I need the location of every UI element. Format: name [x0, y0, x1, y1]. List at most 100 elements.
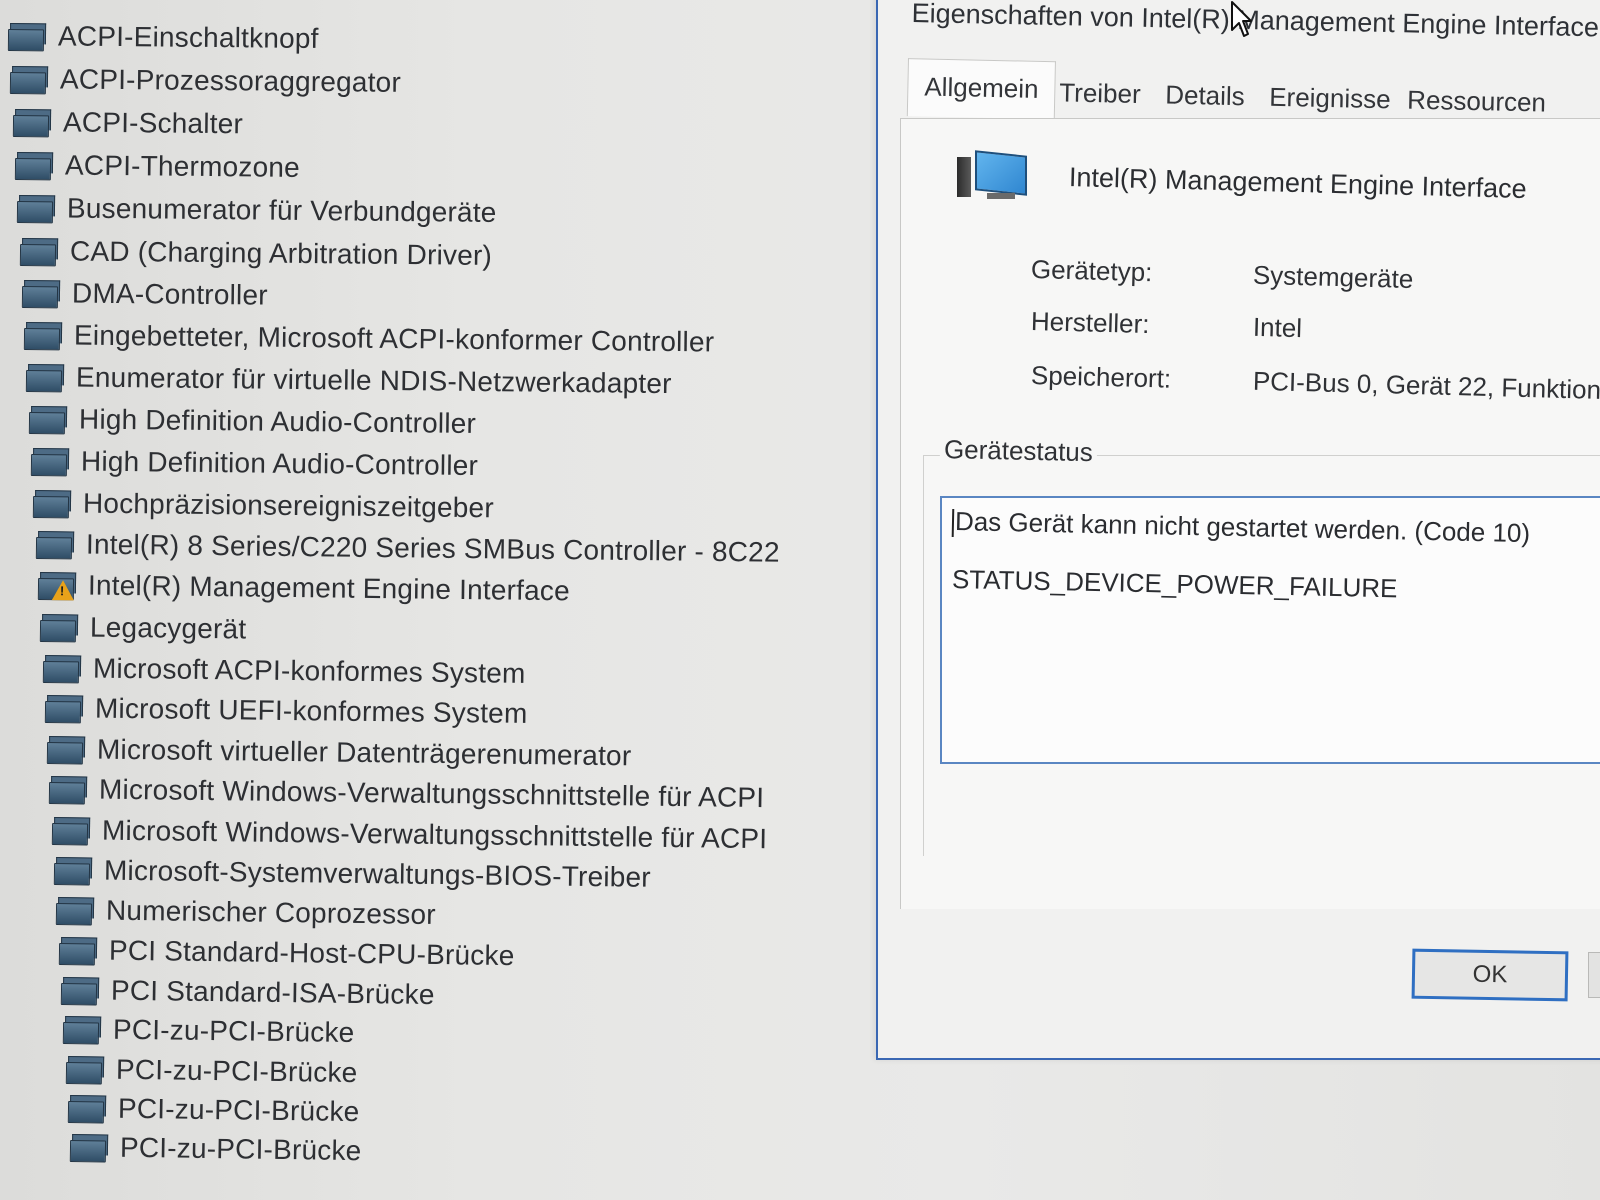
device-tree-item-label: Microsoft-Systemverwaltungs-BIOS-Treiber [103, 854, 652, 893]
status-line-text: Das Gerät kann nicht gestartet werden. (… [954, 506, 1531, 549]
device-category-icon [53, 857, 93, 886]
device-tree-item[interactable]: DMA-Controller [21, 273, 268, 316]
device-category-icon [10, 66, 49, 95]
device-category-icon [62, 1016, 102, 1045]
device-tree-item[interactable]: CAD (Charging Arbitration Driver) [19, 231, 492, 276]
device-tree-item[interactable]: High Definition Audio-Controller [28, 399, 476, 444]
ok-button[interactable]: OK [1411, 948, 1569, 1002]
tab-events[interactable]: Ereignisse [1259, 76, 1401, 122]
properties-dialog: Eigenschaften von Intel(R) Management En… [876, 0, 1600, 1060]
screen: ACPI-Einschaltknopf ACPI-Prozessoraggrega… [0, 0, 1600, 1200]
device-tree-item-label: Microsoft Windows-Verwaltungsschnittstel… [99, 774, 765, 814]
device-tree-item[interactable]: ! Intel(R) Management Engine Interface [37, 565, 570, 611]
device-category-icon [51, 816, 90, 846]
device-tree-item-label: High Definition Audio-Controller [78, 403, 476, 440]
device-tree-item[interactable]: ACPI-Einschaltknopf [7, 16, 319, 59]
device-category-icon [67, 1094, 106, 1124]
device-tree-item[interactable]: Numerischer Coprozessor [56, 890, 436, 935]
device-tree-item[interactable]: Microsoft ACPI-konformes System [42, 648, 525, 694]
device-category-icon [7, 23, 47, 52]
device-category-icon [56, 897, 95, 926]
device-category-icon [49, 776, 88, 805]
device-tree-item[interactable]: Hochpräzisionsereigniszeitgeber [33, 483, 494, 528]
device-tree-item[interactable]: ACPI-Prozessoraggregator [10, 59, 401, 103]
device-tree-item-label: Legacygerät [90, 611, 247, 644]
device-tree-item-label: Intel(R) 8 Series/C220 Series SMBus Cont… [85, 528, 780, 568]
device-tree-item-label: CAD (Charging Arbitration Driver) [69, 235, 492, 271]
device-category-icon [14, 152, 54, 181]
computer-device-icon [957, 149, 1029, 205]
property-value: Systemgeräte [1252, 259, 1414, 294]
device-tree-item[interactable]: PCI-zu-PCI-Brücke [65, 1049, 357, 1093]
property-value: PCI-Bus 0, Gerät 22, Funktion 0 [1252, 365, 1600, 405]
device-tree-item[interactable]: ACPI-Thermozone [14, 145, 300, 188]
device-tree-item-label: ACPI-Schalter [62, 106, 243, 140]
tab-general[interactable]: Allgemein [906, 58, 1057, 120]
property-label: Speicherort: [1030, 359, 1172, 394]
device-tree-item-label: Intel(R) Management Engine Interface [87, 569, 570, 607]
device-tree-item[interactable]: ACPI-Schalter [12, 102, 243, 144]
device-category-icon [23, 322, 63, 351]
device-tree-item[interactable]: Enumerator für virtuelle NDIS-Netzwerkad… [26, 357, 672, 404]
device-tree-item[interactable]: PCI Standard-Host-CPU-Brücke [58, 930, 514, 976]
device-tree-item-label: PCI-zu-PCI-Brücke [119, 1131, 362, 1166]
device-tree-item-label: PCI-zu-PCI-Brücke [112, 1013, 355, 1049]
device-status-legend: Gerätestatus [939, 434, 1098, 469]
device-tree-item[interactable]: PCI Standard-ISA-Brücke [60, 970, 435, 1015]
property-label: Hersteller: [1030, 305, 1150, 339]
device-tree-item-label: PCI Standard-Host-CPU-Brücke [108, 934, 515, 971]
device-tree-item-label: Microsoft Windows-Verwaltungsschnittstel… [101, 814, 768, 855]
device-category-icon [12, 109, 51, 138]
device-tree-item[interactable]: Eingebetteter, Microsoft ACPI-konformer … [23, 315, 715, 362]
device-name: Intel(R) Management Engine Interface [1068, 161, 1527, 204]
device-tree-item[interactable]: Busenumerator für Verbundgeräte [17, 188, 497, 233]
device-category-icon [30, 448, 70, 477]
dialog-title: Eigenschaften von Intel(R) Management En… [911, 0, 1600, 43]
device-category-icon [65, 1055, 104, 1085]
device-tree-item-label: PCI-zu-PCI-Brücke [115, 1053, 358, 1088]
device-tree-item-label: Enumerator für virtuelle NDIS-Netzwerkad… [76, 361, 673, 400]
property-label: Gerätetyp: [1030, 253, 1153, 287]
status-line-code: Das Gerät kann nicht gestartet werden. (… [951, 506, 1531, 549]
device-tree-item[interactable]: PCI-zu-PCI-Brücke [62, 1009, 355, 1053]
device-tree-item[interactable]: Legacygerät [40, 607, 247, 649]
device-tree-item-label: PCI-zu-PCI-Brücke [117, 1092, 360, 1127]
device-tree: ACPI-Einschaltknopf ACPI-Prozessoraggrega… [0, 0, 860, 1200]
device-category-icon [26, 364, 65, 393]
device-tree-item-label: ACPI-Prozessoraggregator [60, 63, 402, 99]
device-category-icon [19, 237, 58, 266]
device-category-icon [44, 695, 83, 724]
device-tree-item-label: Numerischer Coprozessor [106, 894, 437, 931]
device-header: Intel(R) Management Engine Interface [957, 147, 1527, 207]
property-manufacturer: Hersteller: Intel [1030, 301, 1303, 348]
device-tree-item-label: ACPI-Einschaltknopf [57, 20, 319, 54]
mouse-cursor-icon [1231, 1, 1252, 37]
device-category-icon [58, 936, 97, 966]
device-category-icon [35, 531, 74, 560]
cancel-button[interactable] [1588, 952, 1600, 998]
device-tree-item[interactable]: PCI-zu-PCI-Brücke [69, 1127, 362, 1171]
device-tree-item[interactable]: High Definition Audio-Controller [30, 441, 479, 486]
device-tree-item[interactable]: PCI-zu-PCI-Brücke [67, 1088, 360, 1132]
device-tree-item-label: PCI Standard-ISA-Brücke [110, 974, 435, 1010]
device-tree-item-label: Hochpräzisionsereigniszeitgeber [83, 487, 495, 523]
general-tab-panel: Intel(R) Management Engine Interface Ger… [900, 118, 1600, 909]
device-warning-icon: ! [37, 572, 77, 601]
device-category-icon [40, 613, 79, 642]
device-category-icon [33, 489, 72, 519]
tab-driver[interactable]: Treiber [1049, 71, 1151, 116]
property-device-type: Gerätetyp: Systemgeräte [1030, 249, 1414, 299]
device-tree-item-label: Microsoft ACPI-konformes System [92, 652, 526, 689]
device-category-icon [21, 279, 60, 309]
device-tree-item-label: High Definition Audio-Controller [80, 445, 479, 482]
device-tree-item-label: Busenumerator für Verbundgeräte [67, 192, 497, 228]
device-category-icon [60, 976, 100, 1006]
device-tree-item-label: Microsoft UEFI-konformes System [94, 692, 528, 730]
device-status-textbox[interactable]: Das Gerät kann nicht gestartet werden. (… [940, 496, 1600, 764]
device-category-icon [17, 194, 56, 224]
device-category-icon [42, 654, 81, 683]
device-tree-item[interactable]: Microsoft UEFI-konformes System [44, 688, 528, 734]
tab-details[interactable]: Details [1155, 73, 1255, 118]
device-category-icon [28, 406, 67, 435]
device-tree-item-label: ACPI-Thermozone [64, 149, 300, 184]
